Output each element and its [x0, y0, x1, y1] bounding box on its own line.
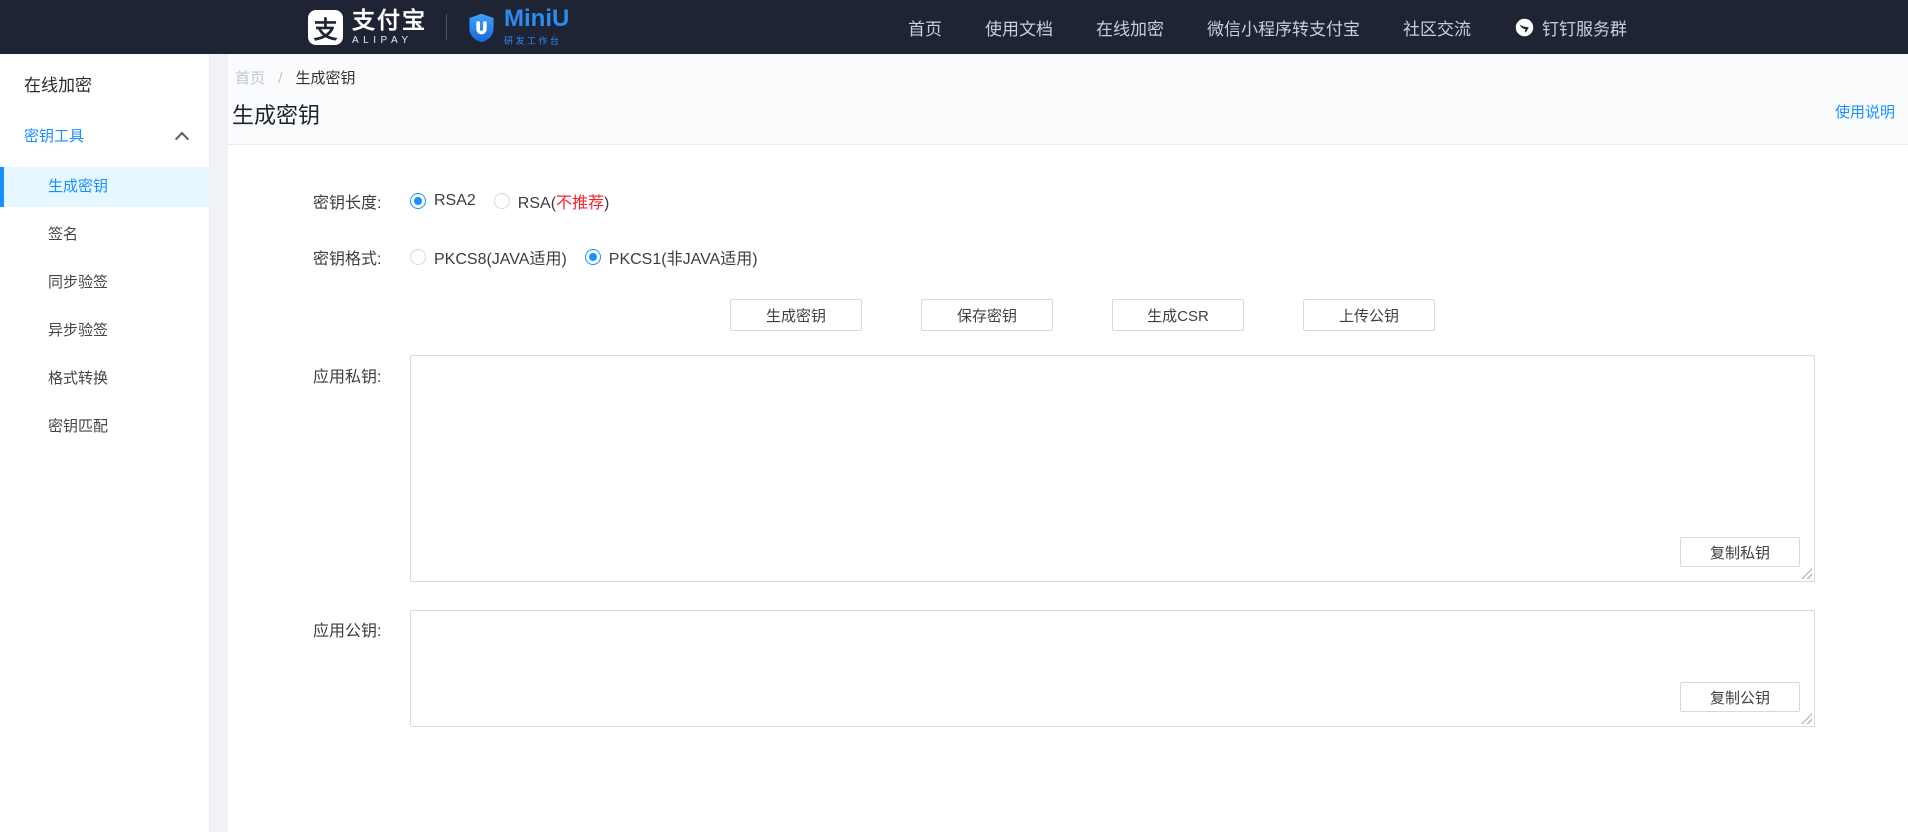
sidebar-item-async-verify[interactable]: 异步验签: [0, 311, 209, 351]
breadcrumb-current: 生成密钥: [296, 70, 356, 87]
miniu-name: MiniU: [504, 7, 569, 31]
alipay-name: 支付宝: [352, 9, 427, 32]
page-header: 首页 / 生成密钥 生成密钥 使用说明: [228, 54, 1908, 145]
radio-rsa2[interactable]: [410, 193, 426, 209]
top-navbar: 支 支付宝 ALIPAY MiniU 研发工作台 首页: [0, 0, 1908, 54]
nav-menu: 首页 使用文档 在线加密 微信小程序转支付宝 社区交流 钉钉服务群: [908, 0, 1627, 54]
radio-pkcs1[interactable]: [585, 249, 601, 265]
radio-rsa[interactable]: [494, 193, 510, 209]
nav-item-home[interactable]: 首页: [908, 15, 942, 40]
radio-pkcs8[interactable]: [410, 249, 426, 265]
nav-item-docs[interactable]: 使用文档: [985, 15, 1053, 40]
breadcrumb: 首页 / 生成密钥: [235, 67, 356, 88]
key-length-label: 密钥长度:: [313, 189, 410, 213]
private-key-label: 应用私钥:: [313, 363, 381, 387]
breadcrumb-home[interactable]: 首页: [235, 70, 265, 87]
key-format-label: 密钥格式:: [313, 245, 410, 269]
upload-public-key-button[interactable]: 上传公钥: [1303, 299, 1435, 331]
radio-rsa-label[interactable]: RSA(不推荐): [518, 189, 610, 213]
rsa-warning-text: 不推荐: [556, 195, 604, 212]
alipay-subtitle: ALIPAY: [352, 35, 427, 46]
sidebar-menu: 生成密钥 签名 同步验签 异步验签 格式转换 密钥匹配: [0, 167, 209, 447]
sidebar-title: 在线加密: [24, 71, 209, 96]
private-key-field: 复制私钥: [410, 355, 1815, 582]
page-title: 生成密钥: [232, 98, 320, 130]
nav-item-online-encrypt[interactable]: 在线加密: [1096, 15, 1164, 40]
save-key-button[interactable]: 保存密钥: [921, 299, 1053, 331]
miniu-logo-text: MiniU 研发工作台: [504, 7, 569, 47]
chevron-up-icon: [175, 131, 189, 145]
action-button-row: 生成密钥 保存密钥 生成CSR 上传公钥: [730, 299, 1435, 331]
nav-item-dingtalk-group[interactable]: 钉钉服务群: [1514, 15, 1627, 40]
page: 支 支付宝 ALIPAY MiniU 研发工作台 首页: [0, 0, 1908, 832]
alipay-logo-text: 支付宝 ALIPAY: [352, 9, 427, 46]
nav-item-community[interactable]: 社区交流: [1403, 15, 1471, 40]
generate-csr-button[interactable]: 生成CSR: [1112, 299, 1244, 331]
dingtalk-icon: [1514, 17, 1535, 38]
nav-item-dingtalk-label: 钉钉服务群: [1542, 15, 1627, 40]
sidebar: 在线加密 密钥工具 生成密钥 签名 同步验签 异步验签 格式转换 密钥匹配: [0, 54, 210, 832]
key-length-row: 密钥长度: RSA2 RSA(不推荐): [313, 185, 609, 217]
breadcrumb-separator: /: [278, 70, 282, 87]
logo-area[interactable]: 支 支付宝 ALIPAY MiniU 研发工作台: [308, 0, 569, 54]
sidebar-group-label: 密钥工具: [24, 125, 84, 146]
main-content: 首页 / 生成密钥 生成密钥 使用说明 密钥长度: RSA2 RSA(不推荐) …: [228, 54, 1908, 832]
public-key-label: 应用公钥:: [313, 617, 381, 641]
logo-divider: [446, 14, 447, 40]
key-format-row: 密钥格式: PKCS8(JAVA适用) PKCS1(非JAVA适用): [313, 241, 758, 273]
generate-key-button[interactable]: 生成密钥: [730, 299, 862, 331]
nav-item-wechat-to-alipay[interactable]: 微信小程序转支付宝: [1207, 15, 1360, 40]
radio-pkcs8-label[interactable]: PKCS8(JAVA适用): [434, 245, 567, 269]
usage-help-link[interactable]: 使用说明: [1835, 101, 1895, 122]
sidebar-item-generate-key[interactable]: 生成密钥: [0, 167, 209, 207]
public-key-textarea[interactable]: [411, 611, 1814, 726]
copy-public-key-button[interactable]: 复制公钥: [1680, 682, 1800, 712]
sidebar-item-sign[interactable]: 签名: [0, 215, 209, 255]
form-panel: 密钥长度: RSA2 RSA(不推荐) 密钥格式: PKCS8(JAVA适用) …: [228, 145, 1908, 832]
public-key-field: 复制公钥: [410, 610, 1815, 727]
copy-private-key-button[interactable]: 复制私钥: [1680, 537, 1800, 567]
miniu-subtitle: 研发工作台: [504, 34, 569, 47]
sidebar-item-key-match[interactable]: 密钥匹配: [0, 407, 209, 447]
sidebar-item-sync-verify[interactable]: 同步验签: [0, 263, 209, 303]
radio-rsa2-label[interactable]: RSA2: [434, 192, 476, 210]
miniu-shield-icon: [466, 12, 497, 43]
private-key-textarea[interactable]: [411, 356, 1814, 581]
alipay-logo-icon: 支: [308, 10, 343, 45]
radio-pkcs1-label[interactable]: PKCS1(非JAVA适用): [609, 245, 758, 269]
sidebar-group-key-tools[interactable]: 密钥工具: [24, 125, 187, 146]
sidebar-item-format-convert[interactable]: 格式转换: [0, 359, 209, 399]
